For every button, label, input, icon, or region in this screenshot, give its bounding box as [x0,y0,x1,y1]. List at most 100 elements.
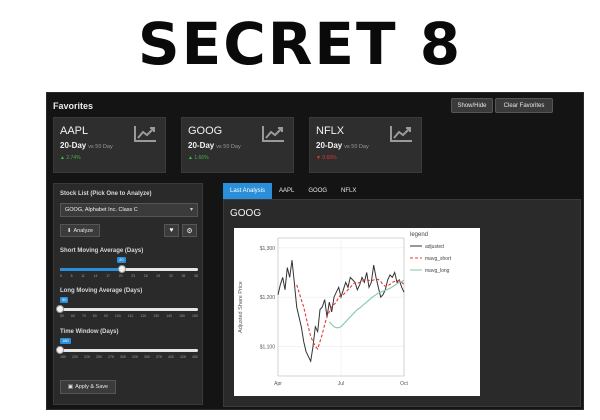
y-axis-label: Adjusted Share Price [238,281,244,333]
slider-tick: 150 [179,314,185,318]
time-window-slider[interactable]: 180 [56,338,198,354]
series-line-mavg_short [296,278,405,350]
slider-tick: 140 [166,314,173,318]
legend-entry: mavg_short [425,256,452,262]
favorite-heart-button[interactable]: ♥ [164,224,179,237]
banner-title: SECRET 8 [137,10,463,78]
slider-tick: 50 [60,314,64,318]
time-window-ticks: 180 200 225 250 275 300 325 350 375 400 425 450 [60,355,198,361]
clear-favorites-button[interactable]: Clear Favorites [495,98,553,113]
card-change: ▲ 2.74% [60,155,81,161]
legend-entry: adjusted [425,244,444,250]
save-icon: ▣ [67,384,74,390]
slider-tick: 26 [143,274,148,278]
download-icon: ⬇ [66,227,72,234]
slider-tick: 20 [118,274,123,278]
slider-tick: 450 [192,355,198,359]
slider-value: 20 [117,257,126,263]
tab-nflx[interactable]: NFLX [334,183,363,199]
long-ma-slider[interactable]: 50 [56,297,198,313]
analyze-button[interactable]: ⬇ Analyze [60,224,100,237]
price-chart[interactable]: $1,100 $1,200 $1,300 Apr Jul Oct Adjusted Shar… [234,228,480,396]
slider-value: 50 [60,297,69,303]
card-period: 20-Day vs 50 Day [316,141,369,150]
slider-tick: 350 [144,355,150,359]
line-chart-icon [262,126,284,142]
slider-tick: 23 [131,274,136,278]
card-change: ▲ 1.66% [188,155,209,161]
tab-last-analysis[interactable]: Last Analysis [223,183,273,199]
short-ma-label: Short Moving Average (Days) [60,248,144,254]
slider-tick: 11 [81,274,85,278]
series-line-mavg_long [328,279,405,329]
slider-tick: 32 [168,274,173,278]
slider-tick: 17 [106,274,110,278]
slider-tick: 425 [180,355,186,359]
y-tick-label: $1,300 [260,246,276,252]
tab-aapl[interactable]: AAPL [272,183,301,199]
long-ma-label: Long Moving Average (Days) [60,288,143,294]
slider-tick: 14 [93,274,98,278]
card-change: ▼ 0.69% [316,155,337,161]
y-tick-label: $1,200 [260,295,276,301]
favorite-card-goog[interactable]: GOOG 20-Day vs 50 Day ▲ 1.66% [181,117,294,173]
heart-icon: ♥ [169,227,174,234]
slider-tick: 29 [156,274,161,278]
tab-goog[interactable]: GOOG [301,183,334,199]
slider-handle[interactable] [56,305,64,313]
slider-fill [60,268,123,271]
app-window: Favorites Show/Hide Clear Favorites AAPL… [46,92,584,410]
short-ma-slider[interactable]: 20 [60,257,198,273]
card-period: 20-Day vs 50 Day [188,141,241,150]
slider-tick: 275 [108,355,114,359]
time-window-label: Time Window (Days) [60,329,119,335]
card-symbol: AAPL [60,125,89,137]
slider-tick: 90 [103,314,108,318]
slider-tick: 250 [96,355,102,359]
slider-tick: 110 [127,314,134,318]
slider-value: 180 [60,338,71,344]
apply-save-button[interactable]: ▣ Apply & Save [60,380,116,394]
slider-tick: 300 [120,355,126,359]
slider-tick: 35 [181,274,186,278]
slider-tick: 180 [60,355,66,359]
legend-entry: mavg_long [425,268,450,274]
analysis-panel: GOOG $1,100 $1,200 $1,300 Apr Jul Oct Adjusted… [223,199,581,407]
card-period: 20-Day vs 50 Day [60,141,113,150]
card-symbol: NFLX [316,125,345,137]
tab-bar: Last Analysis AAPL GOOG NFLX [223,183,363,199]
settings-panel: Stock List (Pick One to Analyze) GOOG, A… [53,183,203,405]
slider-tick: 200 [72,355,78,359]
slider-tick: 225 [84,355,90,359]
gear-icon: ⚙ [186,227,193,235]
slider-handle[interactable] [56,346,64,354]
legend-title: legend [410,232,428,238]
slider-tick: 160 [192,314,198,318]
show-hide-button[interactable]: Show/Hide [451,98,493,113]
slider-tick: 375 [156,355,162,359]
slider-tick: 38 [194,274,198,278]
slider-tick: 120 [140,314,147,318]
stock-list-label: Stock List (Pick One to Analyze) [60,191,152,197]
slider-tick: 100 [114,314,121,318]
caret-down-icon: ▾ [189,207,193,213]
stock-select[interactable]: GOOG, Alphabet Inc. Class C ▾ [60,203,198,217]
settings-button[interactable]: ⚙ [182,224,197,237]
y-tick-label: $1,100 [260,344,276,350]
chart-title: GOOG [230,208,262,219]
slider-tick: 80 [92,314,97,318]
slider-tick: 130 [153,314,160,318]
slider-handle[interactable] [118,265,127,273]
x-tick-label: Jul [338,381,344,387]
slider-tick: 400 [168,355,174,359]
card-symbol: GOOG [188,125,223,137]
short-ma-ticks: 5 8 11 14 17 20 23 26 29 32 35 38 [60,274,198,280]
slider-tick: 5 [60,274,62,278]
slider-tick: 325 [132,355,138,359]
line-chart-icon [134,126,156,142]
favorite-card-aapl[interactable]: AAPL 20-Day vs 50 Day ▲ 2.74% [53,117,166,173]
favorite-card-nflx[interactable]: NFLX 20-Day vs 50 Day ▼ 0.69% [309,117,422,173]
line-chart-icon [390,126,412,142]
slider-tick: 60 [70,314,75,318]
slider-tick: 8 [70,274,73,278]
